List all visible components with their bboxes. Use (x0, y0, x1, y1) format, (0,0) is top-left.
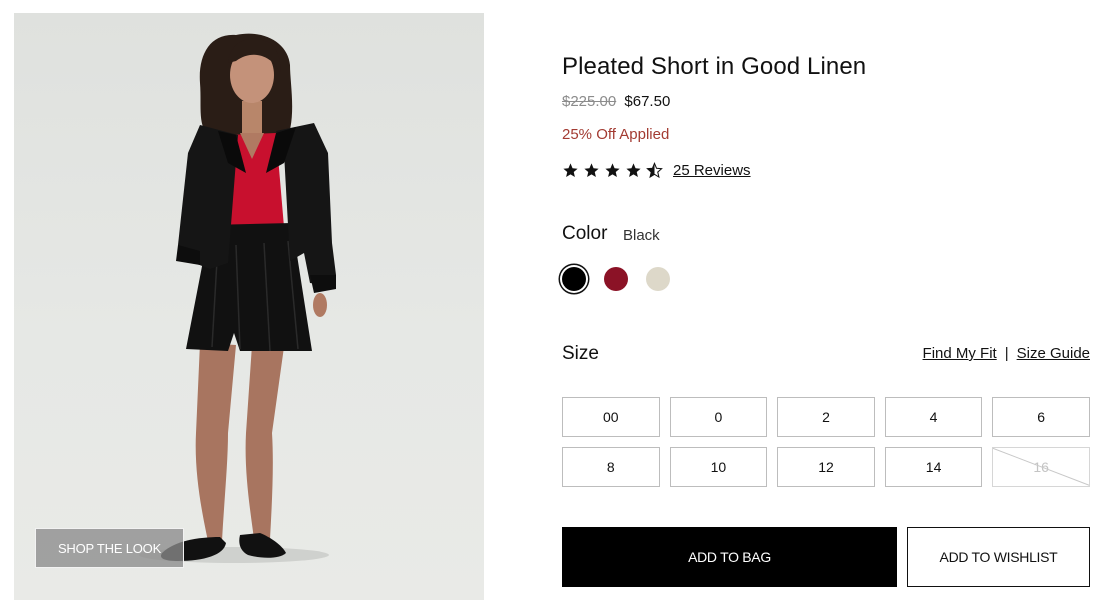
shop-the-look-button[interactable]: SHOP THE LOOK (35, 528, 184, 568)
size-option[interactable]: 6 (992, 397, 1090, 437)
product-title: Pleated Short in Good Linen (562, 53, 867, 80)
color-swatch-red[interactable] (604, 267, 628, 291)
add-to-bag-button[interactable]: ADD TO BAG (562, 527, 897, 587)
size-option[interactable]: 0 (669, 397, 768, 437)
find-my-fit-link[interactable]: Find My Fit (923, 345, 997, 362)
size-guide-link[interactable]: Size Guide (1017, 345, 1090, 362)
discount-badge: 25% Off Applied (562, 126, 670, 143)
size-option[interactable]: 12 (777, 447, 875, 487)
selected-color-name: Black (623, 227, 660, 244)
size-option[interactable]: 14 (884, 447, 983, 487)
model-illustration (139, 33, 336, 563)
price-row: $225.00 $67.50 (562, 93, 670, 110)
reviews-link[interactable]: 25 Reviews (673, 162, 751, 179)
fit-links: Find My Fit | Size Guide (923, 345, 1090, 362)
star-rating (562, 162, 663, 179)
star-icon (626, 163, 641, 178)
size-option[interactable]: 4 (884, 397, 983, 437)
size-grid: 00 0 2 4 6 8 10 12 14 16 (562, 397, 1090, 487)
size-option[interactable]: 00 (562, 397, 660, 437)
star-icon (584, 163, 599, 178)
size-option[interactable]: 2 (777, 397, 875, 437)
size-option[interactable]: 10 (669, 447, 768, 487)
color-swatches (562, 267, 670, 291)
half-star-icon (646, 162, 663, 179)
size-label: Size (562, 343, 599, 364)
size-option-unavailable[interactable]: 16 (992, 447, 1090, 487)
color-swatch-cream[interactable] (646, 267, 670, 291)
original-price: $225.00 (562, 93, 617, 110)
link-separator: | (1004, 345, 1009, 362)
color-swatch-black[interactable] (562, 267, 586, 291)
star-icon (605, 163, 620, 178)
color-label: Color (562, 223, 608, 244)
sale-price: $67.50 (624, 93, 671, 110)
star-icon (563, 163, 578, 178)
size-option[interactable]: 8 (562, 447, 660, 487)
product-image[interactable]: SHOP THE LOOK (14, 13, 484, 600)
add-to-wishlist-button[interactable]: ADD TO WISHLIST (907, 527, 1090, 587)
rating-row: 25 Reviews (562, 162, 751, 179)
